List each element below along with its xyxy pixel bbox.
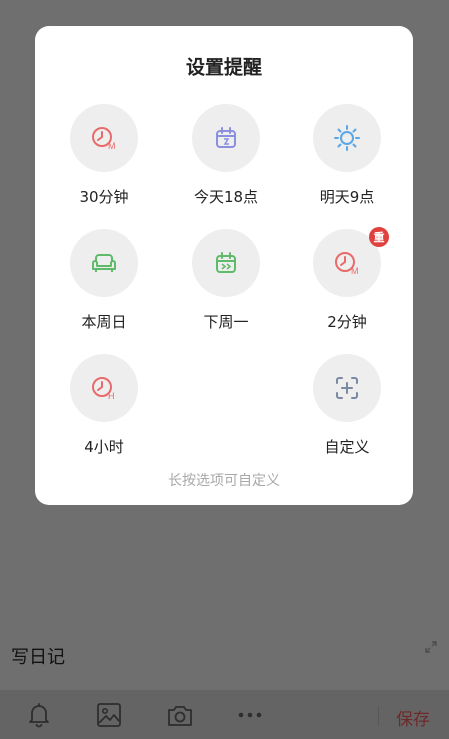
option-circle[interactable] [192,229,260,297]
more-icon[interactable] [237,711,263,719]
dialog-title: 设置提醒 [185,56,262,79]
calendar-next-icon [216,252,236,273]
option-label: 下周一 [203,313,249,331]
option-circle[interactable] [313,354,381,422]
option-tomorrow-9[interactable]: 明天9点 [286,104,408,214]
option-label: 4小时 [84,438,124,456]
expand-icon[interactable] [424,640,438,654]
clock-m-icon: M [92,127,116,151]
option-circle[interactable] [313,104,381,172]
option-label: 今天18点 [193,188,259,206]
sofa-icon [92,254,116,272]
option-today-18[interactable]: 今天18点 [165,104,287,214]
calendar-today-icon [216,127,236,148]
camera-icon[interactable] [166,702,194,728]
reminder-dialog: 设置提醒 M 30分钟 今天18点 明天9点 本周日 下周一 M 重 2分钟 H… [35,26,413,505]
svg-text:H: H [108,391,115,401]
bottom-toolbar: 保存 [0,690,449,739]
option-circle[interactable] [70,229,138,297]
svg-text:M: M [351,266,359,276]
svg-text:M: M [108,141,116,151]
option-circle[interactable]: H [70,354,138,422]
clock-m-icon: M [335,252,359,276]
option-4-hours[interactable]: H 4小时 [43,354,165,464]
option-label: 自定义 [324,438,370,456]
hint-text: 长按选项可自定义 [168,473,280,489]
option-30-minutes[interactable]: M 30分钟 [43,104,165,214]
option-this-sunday[interactable]: 本周日 [43,229,165,339]
option-label: 30分钟 [79,188,129,206]
option-custom[interactable]: 自定义 [286,354,408,464]
option-label: 2分钟 [327,313,367,331]
option-label: 本周日 [81,313,127,331]
custom-add-icon [336,377,358,399]
option-label: 明天9点 [319,188,375,206]
bell-icon[interactable] [27,702,51,728]
diary-placeholder[interactable]: 写日记 [11,643,65,669]
clock-h-icon: H [92,377,115,401]
option-next-monday[interactable]: 下周一 [165,229,287,339]
image-icon[interactable] [96,702,122,728]
repeat-badge: 重 [369,227,389,247]
option-circle[interactable]: M [70,104,138,172]
option-circle[interactable] [192,104,260,172]
save-button[interactable]: 保存 [396,705,430,730]
option-2-minutes[interactable]: M 重 2分钟 [286,227,408,339]
sun-icon [334,125,360,151]
toolbar-divider [378,706,379,726]
